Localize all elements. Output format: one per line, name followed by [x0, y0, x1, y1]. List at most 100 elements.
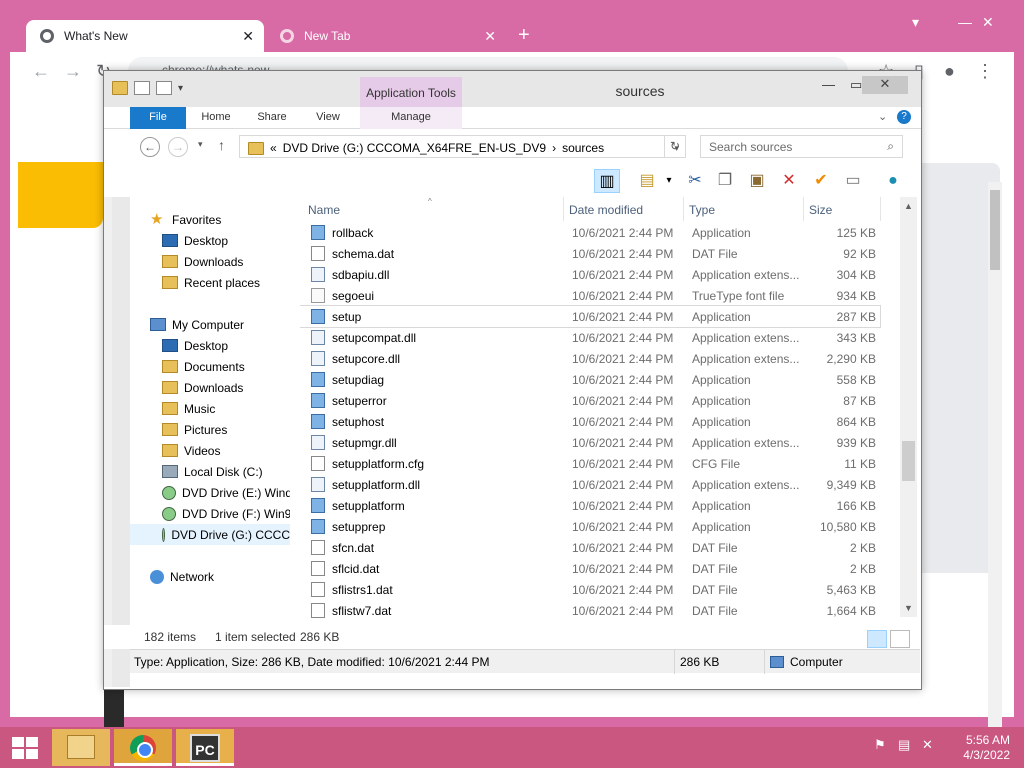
column-divider[interactable] [880, 197, 881, 221]
preview-pane-icon[interactable]: ▥ [594, 169, 620, 193]
file-row[interactable]: setupplatform.cfg 10/6/2021 2:44 PM CFG Fi… [300, 453, 880, 474]
minimize-icon[interactable]: — [822, 77, 835, 92]
address-crumb-folder[interactable]: sources [562, 141, 604, 155]
column-name[interactable]: Name [308, 197, 340, 221]
address-bar[interactable]: « DVD Drive (G:) CCCOMA_X64FRE_EN-US_DV9… [239, 135, 686, 158]
properties-check-icon[interactable]: ✔ [808, 169, 834, 193]
tab-new-tab[interactable]: New Tab ✕ [266, 20, 506, 52]
file-row[interactable]: setupcompat.dll 10/6/2021 2:44 PM Applicat… [300, 327, 880, 348]
taskbar-chrome[interactable] [114, 729, 172, 766]
scrollbar-thumb[interactable] [902, 441, 915, 481]
scrollbar-thumb[interactable] [990, 190, 1000, 270]
nav-my-computer[interactable]: My Computer [150, 314, 244, 335]
scroll-down-icon[interactable]: ▼ [900, 603, 917, 619]
copy-icon[interactable]: ❐ [712, 169, 738, 193]
tab-whats-new[interactable]: What's New ✕ [26, 20, 264, 52]
nav-music[interactable]: Music [162, 398, 215, 419]
column-divider[interactable] [563, 197, 564, 221]
close-icon[interactable]: ✕ [862, 76, 908, 94]
maximize-icon[interactable]: ▭ [850, 77, 862, 93]
nav-documents[interactable]: Documents [162, 356, 245, 377]
file-row[interactable]: segoeui 10/6/2021 2:44 PM TrueType font fi… [300, 285, 880, 306]
new-tab-icon[interactable]: + [518, 24, 530, 47]
taskbar-file-explorer[interactable] [52, 729, 110, 766]
address-overflow[interactable]: « [270, 141, 277, 155]
address-crumb-drive[interactable]: DVD Drive (G:) CCCOMA_X64FRE_EN-US_DV9 [283, 141, 546, 155]
file-row[interactable]: setuphost 10/6/2021 2:44 PM Application 864… [300, 411, 880, 432]
clock[interactable]: 5:56 AM 4/3/2022 [950, 733, 1010, 763]
refresh-icon[interactable]: ↻ [664, 135, 686, 158]
file-row[interactable]: sflcid.dat 10/6/2021 2:44 PM DAT File 2 KB [300, 558, 880, 579]
rename-icon[interactable]: ▭ [840, 169, 866, 193]
file-row[interactable]: setupdiag 10/6/2021 2:44 PM Application 558… [300, 369, 880, 390]
file-list-scrollbar[interactable]: ▲ ▼ [900, 197, 917, 617]
recent-locations-icon[interactable]: ▾ [198, 139, 203, 150]
details-view-icon[interactable] [867, 630, 887, 648]
file-row[interactable]: setupmgr.dll 10/6/2021 2:44 PM Application… [300, 432, 880, 453]
nav-fav-desktop[interactable]: Desktop [162, 230, 228, 251]
nav-favorites[interactable]: ★ Favorites [150, 209, 221, 230]
file-row[interactable]: sflistrs1.dat 10/6/2021 2:44 PM DAT File 5,… [300, 579, 880, 600]
close-icon[interactable]: ✕ [982, 14, 994, 31]
column-divider[interactable] [803, 197, 804, 221]
nav-recent-places[interactable]: Recent places [162, 272, 260, 293]
file-row[interactable]: rollback 10/6/2021 2:44 PM Application 125 … [300, 222, 880, 243]
file-row[interactable]: setupplatform 10/6/2021 2:44 PM Applicatio… [300, 495, 880, 516]
close-tab-icon[interactable]: ✕ [484, 28, 496, 45]
delete-icon[interactable]: ✕ [776, 169, 802, 193]
forward-icon[interactable]: → [64, 61, 82, 82]
shell-icon[interactable]: ● [880, 169, 906, 193]
file-row[interactable]: setupprep 10/6/2021 2:44 PM Application 10,… [300, 516, 880, 537]
organize-dropdown-icon[interactable]: ▾ [656, 169, 682, 193]
up-icon[interactable]: ↑ [218, 137, 225, 153]
file-row[interactable]: setuperror 10/6/2021 2:44 PM Application 87… [300, 390, 880, 411]
file-row[interactable]: setupplatform.dll 10/6/2021 2:44 PM Applic… [300, 474, 880, 495]
column-type[interactable]: Type [689, 197, 715, 221]
help-icon[interactable]: ? [897, 110, 911, 124]
nav-network[interactable]: Network [150, 566, 214, 587]
tab-manage[interactable]: Manage [360, 107, 462, 129]
column-size[interactable]: Size [809, 197, 832, 221]
tab-search-icon[interactable]: ▾ [912, 14, 919, 31]
address-crumb-separator-icon[interactable]: › [552, 141, 556, 155]
nav-pictures[interactable]: Pictures [162, 419, 227, 440]
forward-icon[interactable]: → [168, 137, 188, 157]
file-row[interactable]: setupcore.dll 10/6/2021 2:44 PM Applicatio… [300, 348, 880, 369]
page-scrollbar[interactable] [988, 182, 1002, 768]
nav-dvd-e[interactable]: DVD Drive (E:) Windo [162, 482, 290, 503]
nav-desktop[interactable]: Desktop [162, 335, 228, 356]
expand-ribbon-icon[interactable]: ⌄ [878, 110, 887, 123]
nav-fav-downloads[interactable]: Downloads [162, 251, 243, 272]
file-row[interactable]: sdbapiu.dll 10/6/2021 2:44 PM Application … [300, 264, 880, 285]
profile-icon[interactable]: ● [944, 61, 955, 82]
file-row[interactable]: schema.dat 10/6/2021 2:44 PM DAT File 92 KB [300, 243, 880, 264]
scroll-up-icon[interactable]: ▲ [900, 201, 917, 217]
network-tray-icon[interactable]: ▤ [898, 737, 910, 753]
tab-home[interactable]: Home [196, 107, 236, 129]
cut-icon[interactable]: ✂ [682, 169, 708, 193]
file-row[interactable]: setup 10/6/2021 2:44 PM Application 287 KB [300, 305, 881, 328]
minimize-icon[interactable]: — [958, 14, 972, 30]
file-row[interactable]: sflistw7.dat 10/6/2021 2:44 PM DAT File 1,6… [300, 600, 880, 621]
tab-view[interactable]: View [310, 107, 346, 129]
file-row[interactable]: sfcn.dat 10/6/2021 2:44 PM DAT File 2 KB [300, 537, 880, 558]
tab-share[interactable]: Share [252, 107, 292, 129]
nav-dvd-g[interactable]: DVD Drive (G:) CCCC [130, 524, 290, 545]
taskbar-pc-emulator[interactable]: PC [176, 729, 234, 766]
nav-downloads[interactable]: Downloads [162, 377, 243, 398]
search-input[interactable]: Search sources ⌕ [700, 135, 903, 158]
tab-file[interactable]: File [130, 107, 186, 129]
paste-icon[interactable]: ▣ [744, 169, 770, 193]
action-center-flag-icon[interactable]: ⚑ [874, 737, 886, 753]
back-icon[interactable]: ← [140, 137, 160, 157]
large-icons-view-icon[interactable] [890, 630, 910, 648]
menu-icon[interactable]: ⋮ [976, 61, 994, 82]
nav-videos[interactable]: Videos [162, 440, 220, 461]
column-divider[interactable] [683, 197, 684, 221]
nav-local-disk-c[interactable]: Local Disk (C:) [162, 461, 263, 482]
back-icon[interactable]: ← [32, 61, 50, 82]
column-date[interactable]: Date modified [569, 197, 643, 221]
close-tab-icon[interactable]: ✕ [242, 28, 254, 45]
nav-dvd-f[interactable]: DVD Drive (F:) Win98 [162, 503, 290, 524]
volume-muted-icon[interactable]: ✕ [922, 737, 933, 753]
